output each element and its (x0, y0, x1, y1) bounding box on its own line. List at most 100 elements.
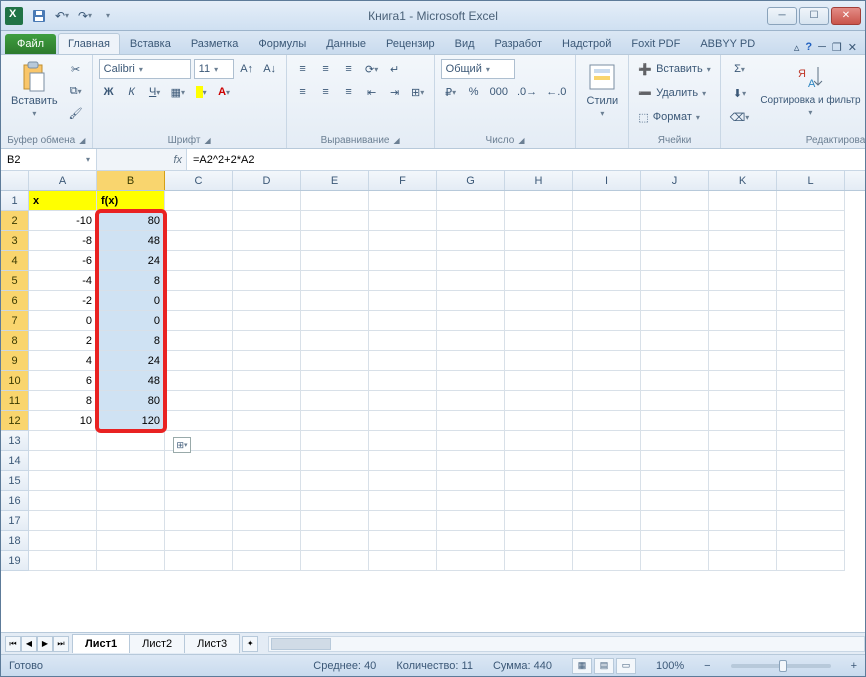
cell-D19[interactable] (233, 551, 301, 571)
cell-D3[interactable] (233, 231, 301, 251)
cell-B9[interactable]: 24 (97, 351, 165, 371)
cell-L7[interactable] (777, 311, 845, 331)
close-button[interactable]: ✕ (831, 7, 861, 25)
cell-K12[interactable] (709, 411, 777, 431)
sort-filter-button[interactable]: ЯА Сортировка и фильтр▾ (756, 59, 864, 119)
cell-J6[interactable] (641, 291, 709, 311)
cell-E19[interactable] (301, 551, 369, 571)
redo-button[interactable]: ↷▾ (75, 6, 95, 26)
cell-A17[interactable] (29, 511, 97, 531)
cell-F17[interactable] (369, 511, 437, 531)
cell-B18[interactable] (97, 531, 165, 551)
cell-G12[interactable] (437, 411, 505, 431)
col-header-D[interactable]: D (233, 171, 301, 190)
col-header-I[interactable]: I (573, 171, 641, 190)
cell-B10[interactable]: 48 (97, 371, 165, 391)
row-header-12[interactable]: 12 (1, 411, 29, 431)
cell-H17[interactable] (505, 511, 573, 531)
cell-K8[interactable] (709, 331, 777, 351)
cell-K13[interactable] (709, 431, 777, 451)
cell-C5[interactable] (165, 271, 233, 291)
align-top-button[interactable]: ≡ (293, 59, 313, 79)
italic-button[interactable]: К (122, 82, 142, 102)
styles-button[interactable]: Стили ▾ (582, 59, 622, 120)
cell-J2[interactable] (641, 211, 709, 231)
cell-A3[interactable]: -8 (29, 231, 97, 251)
cell-D17[interactable] (233, 511, 301, 531)
view-pagebreak-button[interactable]: ▭ (616, 658, 636, 674)
ribbon-tab-5[interactable]: Рецензир (376, 33, 445, 54)
cell-B13[interactable] (97, 431, 165, 451)
cell-D1[interactable] (233, 191, 301, 211)
cell-J18[interactable] (641, 531, 709, 551)
cell-F13[interactable] (369, 431, 437, 451)
cell-D13[interactable] (233, 431, 301, 451)
cell-A6[interactable]: -2 (29, 291, 97, 311)
cell-B7[interactable]: 0 (97, 311, 165, 331)
cell-A19[interactable] (29, 551, 97, 571)
cell-H10[interactable] (505, 371, 573, 391)
zoom-level[interactable]: 100% (656, 660, 684, 672)
orientation-button[interactable]: ⟳▾ (362, 59, 382, 79)
cell-I6[interactable] (573, 291, 641, 311)
cell-A8[interactable]: 2 (29, 331, 97, 351)
cell-K7[interactable] (709, 311, 777, 331)
cell-K14[interactable] (709, 451, 777, 471)
col-header-L[interactable]: L (777, 171, 845, 190)
cell-C12[interactable] (165, 411, 233, 431)
font-size-combo[interactable]: 11▾ (194, 59, 234, 79)
cell-G14[interactable] (437, 451, 505, 471)
maximize-button[interactable]: ☐ (799, 7, 829, 25)
cell-K9[interactable] (709, 351, 777, 371)
cell-G17[interactable] (437, 511, 505, 531)
cell-L4[interactable] (777, 251, 845, 271)
ribbon-tab-4[interactable]: Данные (316, 33, 376, 54)
cell-D5[interactable] (233, 271, 301, 291)
format-painter-button[interactable]: 🖌 (66, 103, 86, 123)
cell-I19[interactable] (573, 551, 641, 571)
cell-F19[interactable] (369, 551, 437, 571)
col-header-B[interactable]: B (97, 171, 165, 190)
zoom-out-button[interactable]: − (704, 660, 710, 672)
cell-H3[interactable] (505, 231, 573, 251)
cell-B5[interactable]: 8 (97, 271, 165, 291)
cell-D18[interactable] (233, 531, 301, 551)
cell-L1[interactable] (777, 191, 845, 211)
cell-E14[interactable] (301, 451, 369, 471)
insert-cells-button[interactable]: ➕ Вставить▾ (635, 59, 713, 79)
col-header-K[interactable]: K (709, 171, 777, 190)
cell-L14[interactable] (777, 451, 845, 471)
cell-F10[interactable] (369, 371, 437, 391)
cell-L11[interactable] (777, 391, 845, 411)
col-header-G[interactable]: G (437, 171, 505, 190)
sheet-nav-prev[interactable]: ◀ (21, 636, 37, 652)
align-middle-button[interactable]: ≡ (316, 59, 336, 79)
cell-G9[interactable] (437, 351, 505, 371)
cell-E8[interactable] (301, 331, 369, 351)
comma-button[interactable]: 000 (487, 82, 511, 102)
autofill-options-icon[interactable]: ⊞▾ (173, 437, 191, 453)
cell-D15[interactable] (233, 471, 301, 491)
row-header-7[interactable]: 7 (1, 311, 29, 331)
sheet-tab-1[interactable]: Лист2 (129, 634, 185, 653)
row-header-18[interactable]: 18 (1, 531, 29, 551)
cell-F11[interactable] (369, 391, 437, 411)
cell-A4[interactable]: -6 (29, 251, 97, 271)
ribbon-tab-8[interactable]: Надстрой (552, 33, 621, 54)
cell-H6[interactable] (505, 291, 573, 311)
row-header-5[interactable]: 5 (1, 271, 29, 291)
cell-D12[interactable] (233, 411, 301, 431)
cell-E11[interactable] (301, 391, 369, 411)
row-header-17[interactable]: 17 (1, 511, 29, 531)
paste-button[interactable]: Вставить ▾ (7, 59, 62, 120)
cell-K18[interactable] (709, 531, 777, 551)
cell-E1[interactable] (301, 191, 369, 211)
sheet-nav-last[interactable]: ⏭ (53, 636, 69, 652)
shrink-font-button[interactable]: A↓ (260, 59, 280, 79)
cell-A7[interactable]: 0 (29, 311, 97, 331)
cell-K16[interactable] (709, 491, 777, 511)
cell-F8[interactable] (369, 331, 437, 351)
horizontal-scrollbar[interactable] (268, 636, 865, 652)
minimize-ribbon-icon[interactable]: ▵ (794, 41, 800, 54)
cell-A10[interactable]: 6 (29, 371, 97, 391)
